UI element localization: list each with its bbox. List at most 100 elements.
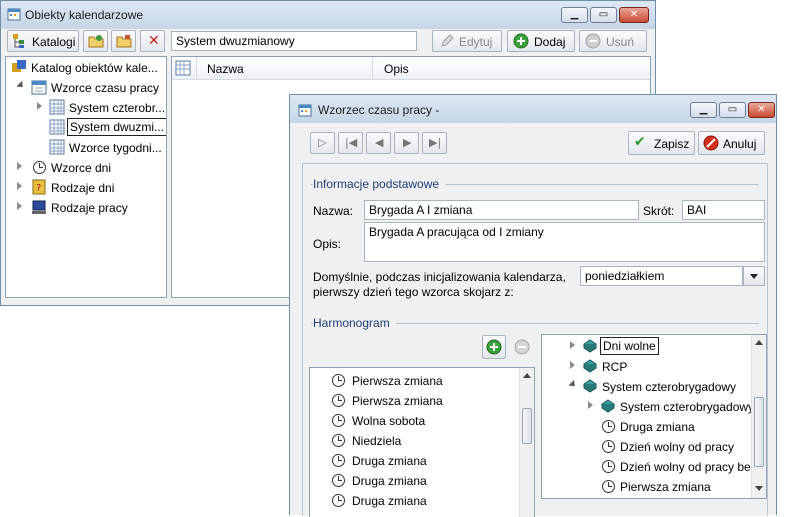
dialog-maximize-button[interactable]: ▭: [719, 102, 746, 118]
list-item[interactable]: Druga zmiana: [332, 471, 512, 491]
desc-textarea[interactable]: Brygada A pracująca od I zmiany: [364, 222, 765, 262]
catalog-tree-icon: [13, 34, 24, 48]
scroll-down-icon[interactable]: [755, 486, 763, 491]
harmonogram-remove-button[interactable]: [510, 335, 534, 359]
tree-item-pierwsza-zmiana[interactable]: Pierwsza zmiana: [542, 477, 752, 497]
tree-item-system-czterobrygadowy-sub[interactable]: System czterobrygadowy: [542, 397, 754, 417]
scroll-thumb[interactable]: [754, 397, 764, 467]
catalog-tree-panel[interactable]: Katalog obiektów kale... Wzorce czasu pr…: [5, 56, 167, 298]
expand-arrow-icon[interactable]: [37, 102, 42, 110]
list-scrollbar[interactable]: [519, 368, 534, 517]
tree-item-druga-zmiana[interactable]: Druga zmiana: [542, 417, 752, 437]
dialog-title: Wzorzec czasu pracy -: [318, 103, 440, 117]
tree-item-dzien-wolny[interactable]: Dzień wolny od pracy: [542, 437, 752, 457]
expand-arrow-icon[interactable]: [588, 401, 593, 409]
svg-text:?: ?: [36, 183, 41, 194]
nav-last-button[interactable]: ▶|: [422, 132, 447, 154]
maximize-icon: ▭: [727, 104, 738, 115]
tree-item-dzien-wolny-bez[interactable]: Dzień wolny od pracy bez: [542, 457, 752, 477]
tree-item-rcp[interactable]: RCP: [542, 357, 752, 377]
collapse-arrow-icon[interactable]: [16, 80, 26, 91]
expand-arrow-icon[interactable]: [17, 162, 22, 170]
work-pattern-dialog: Wzorzec czasu pracy - ▁ ▭ ✕ ▷ |◀ ◀ ▶ ▶| …: [289, 94, 777, 517]
list-item[interactable]: Wolna sobota: [332, 411, 512, 431]
remove-icon: [585, 33, 601, 49]
nav-start-button[interactable]: |◀: [338, 132, 363, 154]
tree-item-system-czterobrygadowy[interactable]: System czterobrygadowy: [542, 377, 752, 397]
nav-next-button[interactable]: ▶: [394, 132, 419, 154]
tree-item-label: Wzorce tygodni...: [69, 141, 162, 155]
list-header: Nazwa Opis: [172, 57, 650, 80]
question-icon: ?: [32, 179, 46, 195]
edit-folder-button[interactable]: [111, 30, 136, 52]
grid-icon: [49, 99, 65, 115]
tree-scrollbar[interactable]: [751, 335, 766, 498]
tree-item-dni-wolne[interactable]: Dni wolne: [542, 337, 752, 357]
default-day-select[interactable]: poniedziałkiem: [580, 266, 743, 286]
app-calendar-icon: [7, 8, 21, 21]
close-button[interactable]: ✕: [619, 7, 649, 23]
edit-folder-icon: [116, 35, 132, 48]
maximize-icon: ▭: [598, 9, 609, 20]
harmonogram-list[interactable]: Pierwsza zmiana Pierwsza zmiana Wolna so…: [309, 367, 535, 517]
col-header-desc[interactable]: Opis: [384, 62, 409, 76]
add-folder-icon: [88, 35, 104, 48]
default-day-dropdown-button[interactable]: [743, 266, 765, 286]
expand-arrow-icon[interactable]: [570, 361, 575, 369]
list-item-label: Druga zmiana: [352, 494, 427, 508]
dialog-titlebar[interactable]: Wzorzec czasu pracy - ▁ ▭ ✕: [290, 95, 776, 123]
tree-item-label: Druga zmiana: [620, 420, 695, 434]
tree-root-label: Katalog obiektów kale...: [31, 61, 158, 75]
cancel-label: Anuluj: [723, 137, 757, 151]
collapse-arrow-icon[interactable]: [568, 379, 578, 390]
list-item[interactable]: Druga zmiana: [332, 451, 512, 471]
maximize-button[interactable]: ▭: [590, 7, 617, 23]
calendar-icon: [31, 80, 47, 95]
add-folder-button[interactable]: [83, 30, 108, 52]
katalogi-label: Katalogi: [32, 35, 76, 49]
delete-folder-button[interactable]: ✕: [140, 30, 165, 52]
minimize-button[interactable]: ▁: [561, 7, 588, 23]
expand-arrow-icon[interactable]: [570, 341, 575, 349]
tree-item-label: System czterobrygadowy: [602, 380, 737, 394]
edit-button[interactable]: Edytuj: [432, 30, 502, 52]
desc-label: Opis:: [313, 237, 342, 251]
tree-item-label: Pierwsza zmiana: [620, 480, 711, 494]
name-input[interactable]: Brygada A I zmiana: [364, 200, 639, 220]
list-item[interactable]: Pierwsza zmiana: [332, 391, 512, 411]
expand-arrow-icon[interactable]: [17, 182, 22, 190]
cancel-icon: [703, 135, 719, 151]
clock-icon: [332, 374, 345, 387]
list-item[interactable]: Niedziela: [332, 431, 512, 451]
list-item[interactable]: Pierwsza zmiana: [332, 371, 512, 391]
list-item[interactable]: Druga zmiana: [332, 491, 512, 511]
nav-prev-icon: ◀: [375, 136, 384, 149]
pattern-catalog-tree[interactable]: Dni wolne RCP System czterobrygadowy Sys…: [541, 334, 767, 499]
delete-label: Usuń: [606, 35, 635, 49]
tree-item-label-selected: System dwuzmi...: [67, 118, 166, 136]
add-button[interactable]: Dodaj: [507, 30, 575, 52]
list-item-label: Niedziela: [352, 434, 402, 448]
cancel-button[interactable]: Anuluj: [698, 131, 765, 155]
check-icon: ✔: [634, 134, 646, 150]
delete-button[interactable]: Usuń: [579, 30, 647, 52]
window-titlebar[interactable]: Obiekty kalendarzowe ▁ ▭ ✕: [1, 1, 655, 29]
scroll-up-icon[interactable]: [755, 340, 763, 345]
col-header-name[interactable]: Nazwa: [207, 62, 244, 76]
harmonogram-add-button[interactable]: [482, 335, 506, 359]
scroll-thumb[interactable]: [522, 408, 532, 444]
nav-prev-button[interactable]: ◀: [366, 132, 391, 154]
dialog-minimize-button[interactable]: ▁: [690, 102, 717, 118]
expand-arrow-icon[interactable]: [17, 202, 22, 210]
scroll-up-icon[interactable]: [523, 373, 531, 378]
tree-item-label: RCP: [602, 360, 628, 374]
search-input[interactable]: System dwuzmianowy: [171, 31, 417, 51]
dialog-close-button[interactable]: ✕: [748, 102, 775, 118]
list-item-label: Pierwsza zmiana: [352, 394, 443, 408]
catalog-root-icon: [12, 60, 26, 72]
save-button[interactable]: ✔ Zapisz: [628, 131, 695, 155]
short-label: Skrót:: [643, 204, 675, 218]
katalogi-button[interactable]: Katalogi: [7, 30, 79, 52]
short-input[interactable]: BAI: [682, 200, 765, 220]
nav-first-button[interactable]: ▷: [310, 132, 335, 154]
